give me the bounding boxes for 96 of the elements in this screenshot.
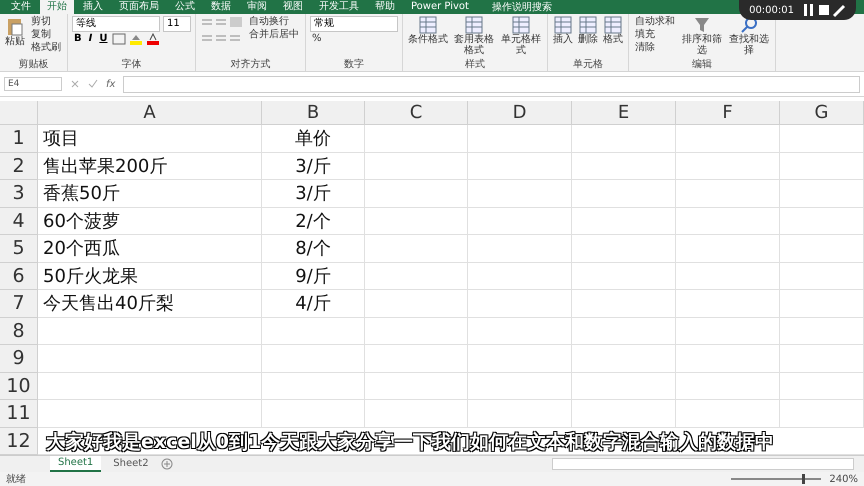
zoom-slider-thumb[interactable]	[802, 474, 806, 484]
row-header[interactable]: 4	[0, 208, 38, 235]
ribbon-button[interactable]: 套用表格格式	[452, 16, 496, 56]
ribbon-group-label: 单元格	[572, 59, 604, 72]
row-header[interactable]: 3	[0, 180, 38, 208]
name-box[interactable]: E4	[4, 77, 62, 92]
add-sheet-icon[interactable]	[160, 458, 173, 470]
font-style-button[interactable]: B	[72, 33, 84, 44]
table-cell: 香蕉50斤	[38, 180, 262, 208]
formula-input[interactable]	[123, 76, 860, 93]
ribbon-tab[interactable]: 数据	[204, 0, 238, 14]
column-header[interactable]: B	[262, 101, 365, 125]
row-header[interactable]: 12	[0, 428, 38, 455]
table-cell: 4/斤	[262, 290, 365, 318]
ribbon-button[interactable]: 自动求和	[633, 16, 677, 28]
ribbon-button[interactable]: 条件格式	[407, 16, 449, 45]
ribbon-button[interactable]: 填充	[633, 28, 677, 41]
ribbon-group-label: 编辑	[691, 59, 713, 72]
subtitle-overlay: 大家好我是excel从0到1今天跟大家分享一下我们如何在文本和数字混合输入的数据中	[46, 430, 774, 452]
ribbon-button[interactable]: 格式刷	[29, 42, 63, 54]
table-cell: 项目	[38, 125, 262, 152]
row-header[interactable]: 11	[0, 400, 38, 428]
table-cell: 单价	[262, 125, 365, 152]
column-header[interactable]: D	[468, 101, 572, 125]
ribbon-group-label: 样式	[464, 59, 486, 72]
column-header[interactable]: F	[676, 101, 780, 125]
row-header[interactable]: 5	[0, 235, 38, 262]
borders-icon	[112, 32, 126, 45]
ribbon-tab[interactable]: Power Pivot	[404, 0, 476, 14]
font-style-button[interactable]: U	[97, 33, 110, 44]
table-cell: 2/个	[262, 208, 365, 235]
ribbon-tab[interactable]: 开始	[40, 0, 74, 14]
column-header[interactable]: E	[572, 101, 676, 125]
ribbon-button[interactable]: 格式	[602, 16, 624, 45]
row-header[interactable]: 10	[0, 372, 38, 400]
row-header[interactable]: 8	[0, 318, 38, 345]
horizontal-scrollbar[interactable]	[552, 458, 854, 470]
ribbon-tab[interactable]: 插入	[76, 0, 110, 14]
ribbon-button[interactable]: 清除	[633, 42, 677, 54]
ribbon-button[interactable]: 剪切	[29, 16, 63, 28]
ribbon-button[interactable]: 单元格样式	[499, 16, 543, 56]
column-header[interactable]: A	[38, 101, 262, 125]
ribbon-button[interactable]: 合并后居中	[247, 28, 301, 41]
font-style-button[interactable]: I	[86, 33, 94, 44]
table-cell: 3/斤	[262, 152, 365, 180]
ribbon-tab[interactable]: 视图	[276, 0, 310, 14]
ribbon-group-label: 字体	[120, 59, 142, 72]
zoom-level: 240%	[829, 474, 858, 484]
cancel-icon[interactable]	[70, 79, 80, 90]
sheet-tab[interactable]: Sheet2	[105, 457, 157, 471]
table-cell: 50斤火龙果	[38, 262, 262, 290]
ribbon-group-label: 剪贴板	[18, 59, 50, 72]
ribbon-tab[interactable]: 公式	[168, 0, 202, 14]
ribbon-button[interactable]: 插入	[552, 16, 574, 45]
sheet-tab[interactable]: Sheet1	[50, 456, 102, 472]
row-header[interactable]: 1	[0, 125, 38, 152]
select-all-corner[interactable]	[0, 101, 38, 125]
ribbon-group-label: 对齐方式	[230, 59, 272, 72]
ribbon-tab[interactable]: 文件	[4, 0, 38, 14]
table-cell: 今天售出40斤梨	[38, 290, 262, 318]
status-text: 就绪	[6, 472, 26, 486]
ribbon-tab[interactable]: 审阅	[240, 0, 274, 14]
fill-color-icon	[129, 32, 144, 45]
ribbon-group-label: 数字	[343, 59, 365, 72]
row-header[interactable]: 9	[0, 345, 38, 372]
table-cell: 60个菠萝	[38, 208, 262, 235]
video-time: 00:00:01	[749, 4, 794, 16]
table-cell: 3/斤	[262, 180, 365, 208]
font-color-icon	[146, 32, 160, 45]
ribbon-button[interactable]: 查找和选择	[727, 16, 771, 56]
paste-button[interactable]: 粘贴	[4, 16, 26, 47]
ribbon-button[interactable]: 排序和筛选	[680, 16, 724, 56]
ribbon-tab[interactable]: 开发工具	[312, 0, 366, 14]
number-format-field[interactable]: 常规	[310, 16, 398, 32]
ribbon-tab[interactable]: 帮助	[368, 0, 402, 14]
row-header[interactable]: 6	[0, 262, 38, 290]
table-cell: 售出苹果200斤	[38, 152, 262, 180]
font-name-field[interactable]: 等线	[72, 16, 160, 32]
ribbon-tab[interactable]: 页面布局	[112, 0, 166, 14]
tell-me-search[interactable]: 操作说明搜索	[492, 0, 552, 14]
row-header[interactable]: 7	[0, 290, 38, 318]
check-icon[interactable]	[88, 79, 98, 90]
ribbon-button[interactable]: 复制	[29, 28, 63, 41]
column-header[interactable]: G	[780, 101, 864, 125]
playback-controls-icon[interactable]	[802, 2, 846, 18]
column-header[interactable]: C	[365, 101, 468, 125]
percent-button[interactable]: %	[310, 32, 398, 45]
ribbon-button[interactable]: 自动换行	[247, 16, 301, 28]
row-header[interactable]: 2	[0, 152, 38, 180]
table-cell: 8/个	[262, 235, 365, 262]
table-cell: 20个西瓜	[38, 235, 262, 262]
ribbon-button[interactable]: 删除	[577, 16, 599, 45]
sort-filter-icon	[693, 16, 711, 34]
table-cell: 9/斤	[262, 262, 365, 290]
font-size-field[interactable]: 11	[163, 16, 191, 32]
insert-function-button[interactable]: fx	[106, 78, 116, 90]
